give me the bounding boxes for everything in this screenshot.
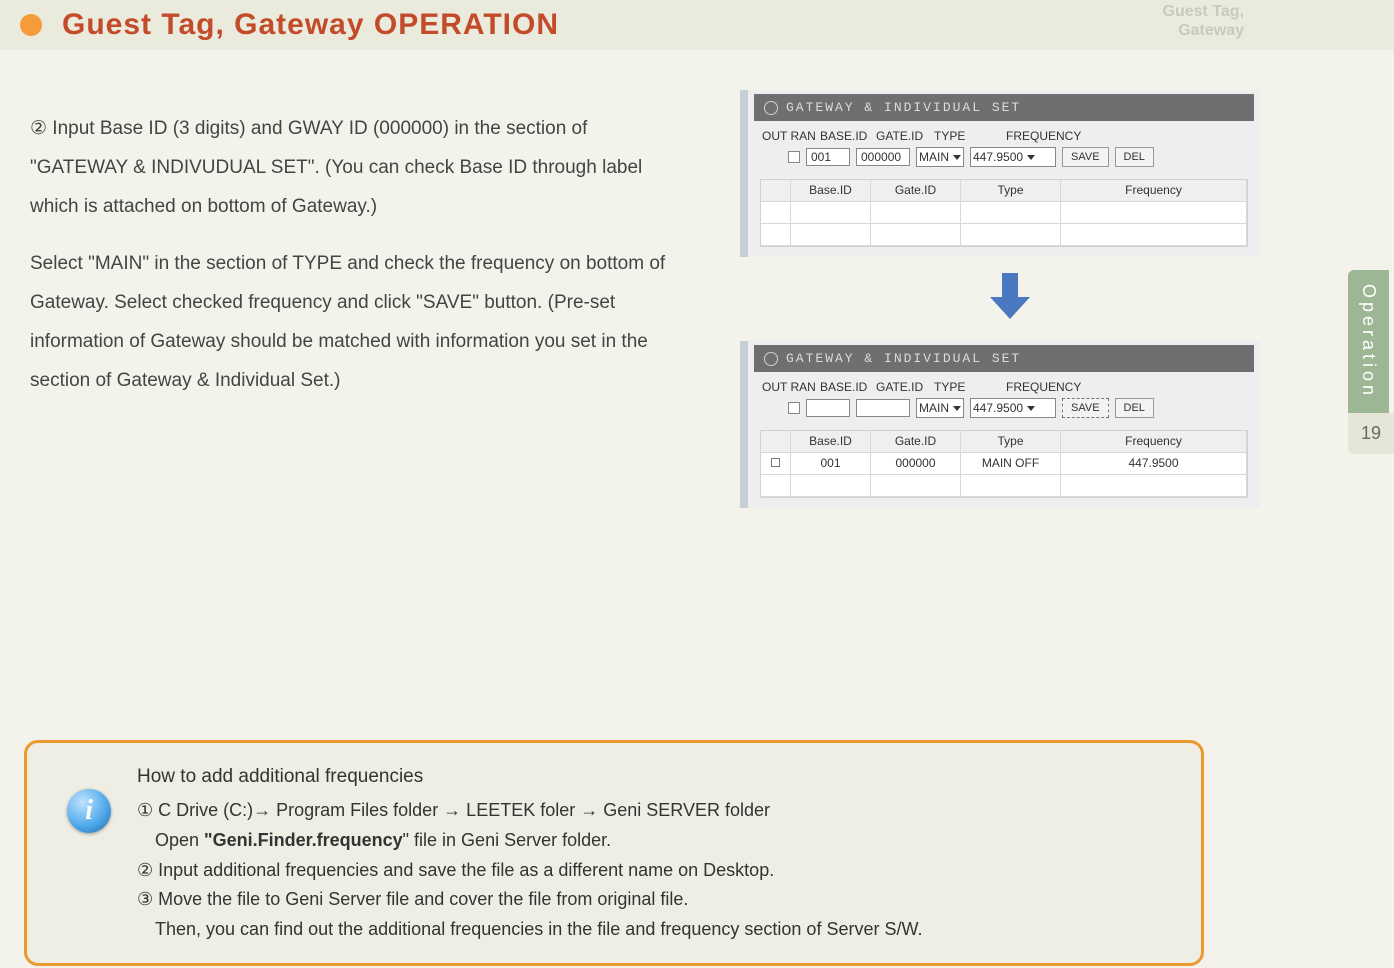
type-select[interactable]: MAIN [916, 398, 964, 418]
dialog-title: GATEWAY & INDIVIDUAL SET [786, 351, 1021, 366]
gateway-panel-after: GATEWAY & INDIVIDUAL SET OUT RAN BASE.ID… [740, 341, 1260, 508]
type-select-value: MAIN [919, 150, 949, 164]
grid-empty-row [761, 224, 1247, 246]
panels-column: GATEWAY & INDIVIDUAL SET OUT RAN BASE.ID… [740, 90, 1280, 508]
frequency-select[interactable]: 447.9500 [970, 398, 1056, 418]
gateway-panel-before: GATEWAY & INDIVIDUAL SET OUT RAN BASE.ID… [740, 90, 1260, 257]
side-tab: Operation 19 [1348, 270, 1394, 454]
dialog-titlebar: GATEWAY & INDIVIDUAL SET [754, 94, 1254, 121]
info-line-5: Then, you can find out the additional fr… [137, 915, 1177, 945]
label-gateid: GATE.ID [876, 129, 930, 143]
info-icon: i [67, 789, 111, 833]
outran-checkbox[interactable] [788, 402, 800, 414]
bullet-icon [20, 14, 42, 36]
del-button[interactable]: DEL [1115, 398, 1154, 418]
outran-checkbox[interactable] [788, 151, 800, 163]
page-title: Guest Tag, Gateway OPERATION [62, 8, 559, 42]
grid-cell-base: 001 [791, 453, 871, 475]
gateway-grid: Base.ID Gate.ID Type Frequency ☐ 001 000… [760, 430, 1248, 498]
grid-cell-chk[interactable]: ☐ [761, 453, 791, 475]
controls-row: 001 000000 MAIN 447.9500 SAVE DEL [754, 145, 1254, 175]
body-text: ② Input Base ID (3 digits) and GWAY ID (… [30, 110, 690, 401]
paragraph-1: ② Input Base ID (3 digits) and GWAY ID (… [30, 110, 690, 227]
frequency-select-value: 447.9500 [973, 401, 1023, 415]
chevron-down-icon [953, 406, 961, 411]
label-frequency: FREQUENCY [1006, 129, 1081, 143]
info-line-2b: "Geni.Finder.frequency [204, 830, 403, 850]
label-outran: OUT RAN [762, 380, 816, 394]
field-labels-row: OUT RAN BASE.ID GATE.ID TYPE FREQUENCY [754, 127, 1254, 145]
grid-head-type: Type [961, 431, 1061, 453]
type-select-value: MAIN [919, 401, 949, 415]
grid-head-base: Base.ID [791, 180, 871, 202]
dialog-title: GATEWAY & INDIVIDUAL SET [786, 100, 1021, 115]
header-right-label: Guest Tag, Gateway [1163, 0, 1245, 40]
down-arrow-icon [990, 273, 1030, 323]
grid-row: ☐ 001 000000 MAIN OFF 447.9500 [761, 453, 1247, 475]
label-frequency: FREQUENCY [1006, 380, 1081, 394]
type-select[interactable]: MAIN [916, 147, 964, 167]
side-tab-page: 19 [1348, 413, 1394, 454]
grid-head-gate: Gate.ID [871, 431, 961, 453]
gateid-input[interactable] [856, 399, 910, 417]
grid-header: Base.ID Gate.ID Type Frequency [761, 431, 1247, 453]
grid-empty-row [761, 475, 1247, 497]
info-box: i How to add additional frequencies ① C … [24, 740, 1204, 966]
bullet-icon [764, 352, 778, 366]
grid-empty-row [761, 202, 1247, 224]
label-baseid: BASE.ID [820, 129, 872, 143]
label-type: TYPE [934, 380, 1002, 394]
label-outran: OUT RAN [762, 129, 816, 143]
gateway-grid: Base.ID Gate.ID Type Frequency [760, 179, 1248, 247]
label-baseid: BASE.ID [820, 380, 872, 394]
grid-cell-freq: 447.9500 [1061, 453, 1247, 475]
info-line-3: ② Input additional frequencies and save … [137, 856, 1177, 886]
info-line-2a: Open [155, 830, 204, 850]
del-button[interactable]: DEL [1115, 147, 1154, 167]
grid-head-chk [761, 180, 791, 202]
info-line-2: Open "Geni.Finder.frequency" file in Gen… [137, 826, 1177, 856]
grid-cell-gate: 000000 [871, 453, 961, 475]
grid-head-base: Base.ID [791, 431, 871, 453]
label-gateid: GATE.ID [876, 380, 930, 394]
label-type: TYPE [934, 129, 1002, 143]
grid-head-freq: Frequency [1061, 431, 1247, 453]
header-right-line2: Gateway [1163, 21, 1245, 40]
grid-head-type: Type [961, 180, 1061, 202]
header-right-line1: Guest Tag, [1163, 2, 1245, 21]
dialog-titlebar: GATEWAY & INDIVIDUAL SET [754, 345, 1254, 372]
info-line-1: ① C Drive (C:)→ Program Files folder → L… [137, 796, 1177, 826]
chevron-down-icon [1027, 155, 1035, 160]
frequency-select-value: 447.9500 [973, 150, 1023, 164]
info-line-4: ③ Move the file to Geni Server file and … [137, 885, 1177, 915]
grid-head-freq: Frequency [1061, 180, 1247, 202]
baseid-input[interactable]: 001 [806, 148, 850, 166]
grid-head-chk [761, 431, 791, 453]
side-tab-label: Operation [1348, 270, 1389, 413]
info-title: How to add additional frequencies [137, 761, 1177, 792]
chevron-down-icon [1027, 406, 1035, 411]
controls-row: MAIN 447.9500 SAVE DEL [754, 396, 1254, 426]
grid-header: Base.ID Gate.ID Type Frequency [761, 180, 1247, 202]
info-line-2c: " file in Geni Server folder. [403, 830, 612, 850]
frequency-select[interactable]: 447.9500 [970, 147, 1056, 167]
grid-head-gate: Gate.ID [871, 180, 961, 202]
grid-cell-type: MAIN OFF [961, 453, 1061, 475]
gateid-input[interactable]: 000000 [856, 148, 910, 166]
paragraph-2: Select "MAIN" in the section of TYPE and… [30, 245, 690, 401]
bullet-icon [764, 101, 778, 115]
baseid-input[interactable] [806, 399, 850, 417]
field-labels-row: OUT RAN BASE.ID GATE.ID TYPE FREQUENCY [754, 378, 1254, 396]
save-button[interactable]: SAVE [1062, 398, 1109, 418]
chevron-down-icon [953, 155, 961, 160]
save-button[interactable]: SAVE [1062, 147, 1109, 167]
header-bar: Guest Tag, Gateway OPERATION Guest Tag, … [0, 0, 1394, 50]
